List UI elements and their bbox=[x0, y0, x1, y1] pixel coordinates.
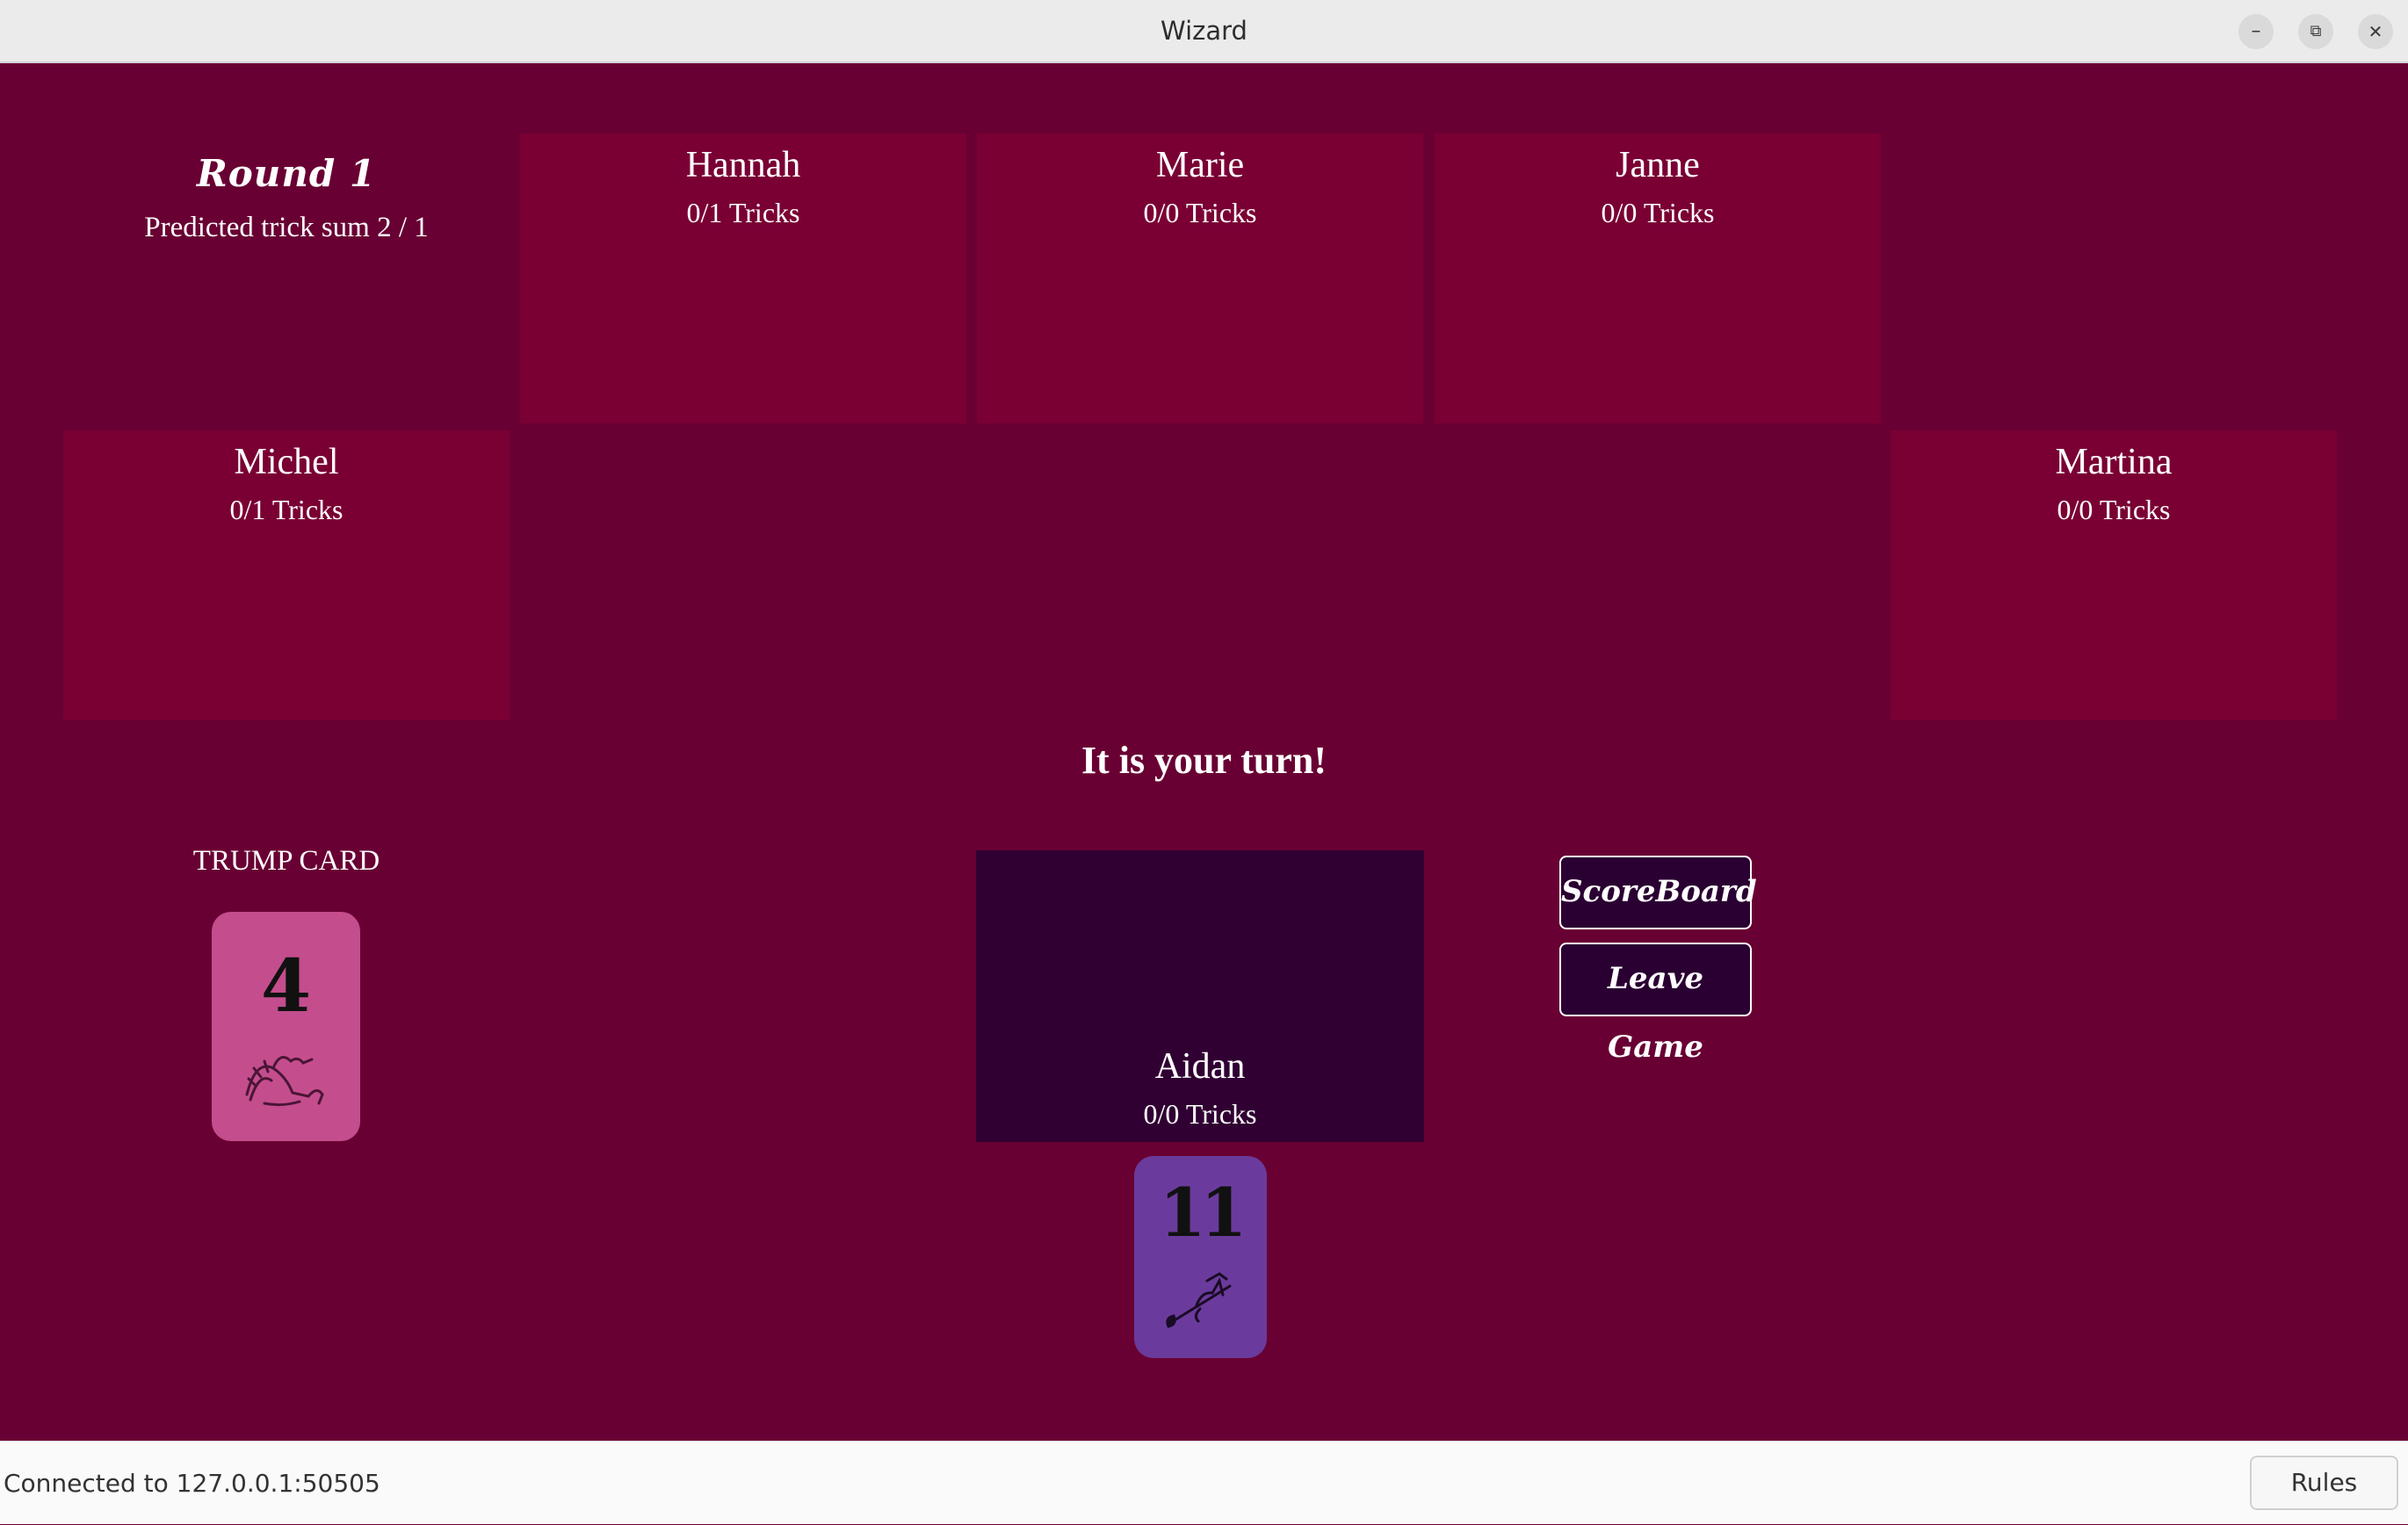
trump-card-label: TRUMP CARD bbox=[192, 845, 380, 877]
player-tricks: 0/0 Tricks bbox=[1601, 197, 1715, 228]
player-panel-marie: Marie 0/0 Tricks bbox=[977, 134, 1423, 423]
own-player-tricks: 0/0 Tricks bbox=[1143, 1098, 1257, 1130]
rules-button[interactable]: Rules bbox=[2250, 1456, 2398, 1510]
turn-message: It is your turn! bbox=[1081, 739, 1327, 782]
player-tricks: 0/1 Tricks bbox=[686, 197, 800, 228]
round-label: Round 1 bbox=[196, 152, 377, 195]
player-name: Marie bbox=[1155, 145, 1245, 185]
hand-card[interactable]: 11 bbox=[1134, 1156, 1267, 1358]
player-tricks: 0/1 Tricks bbox=[229, 494, 343, 525]
trump-card-value: 4 bbox=[260, 944, 312, 1029]
player-name: Hannah bbox=[685, 145, 801, 185]
player-name: Janne bbox=[1616, 145, 1700, 185]
dragon-icon bbox=[212, 1042, 360, 1117]
maximize-icon[interactable]: ⧉ bbox=[2298, 14, 2333, 49]
close-icon[interactable]: ✕ bbox=[2358, 14, 2393, 49]
round-info: Round 1 Predicted trick sum 2 / 1 bbox=[63, 149, 510, 246]
leave-game-button[interactable]: Leave Game bbox=[1559, 943, 1752, 1065]
window-titlebar: Wizard – ⧉ ✕ bbox=[0, 0, 2408, 63]
trump-card: 4 bbox=[212, 912, 360, 1141]
player-panel-martina: Martina 0/0 Tricks bbox=[1891, 430, 2337, 720]
game-board: Round 1 Predicted trick sum 2 / 1 Hannah… bbox=[0, 63, 2408, 1441]
scoreboard-button[interactable]: ScoreBoard bbox=[1559, 856, 1757, 929]
player-name: Michel bbox=[234, 442, 339, 482]
player-name: Martina bbox=[2055, 442, 2173, 482]
player-panel-janne: Janne 0/0 Tricks bbox=[1435, 134, 1881, 423]
witch-on-broom-icon bbox=[1134, 1265, 1267, 1340]
hand-card-value: 11 bbox=[1159, 1174, 1247, 1252]
predicted-trick-sum: Predicted trick sum 2 / 1 bbox=[144, 212, 429, 243]
own-player-panel: Aidan 0/0 Tricks bbox=[976, 850, 1424, 1142]
minimize-icon[interactable]: – bbox=[2238, 14, 2274, 49]
player-panel-michel: Michel 0/1 Tricks bbox=[63, 430, 510, 720]
status-bar: Connected to 127.0.0.1:50505 Rules bbox=[0, 1441, 2408, 1524]
player-panel-hannah: Hannah 0/1 Tricks bbox=[520, 134, 966, 423]
player-tricks: 0/0 Tricks bbox=[2057, 494, 2171, 525]
own-player-name: Aidan bbox=[1154, 1046, 1246, 1087]
player-tricks: 0/0 Tricks bbox=[1143, 197, 1257, 228]
connection-status: Connected to 127.0.0.1:50505 bbox=[4, 1469, 380, 1498]
window-title: Wizard bbox=[1161, 16, 1247, 46]
